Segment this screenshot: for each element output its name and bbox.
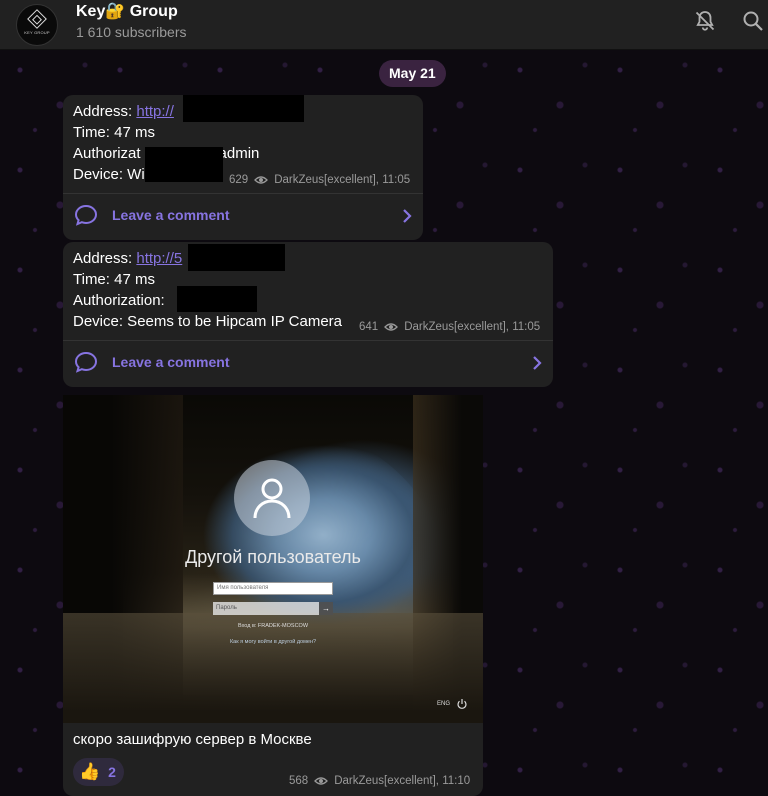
- message-meta: 568 DarkZeus[excellent], 11:10: [289, 775, 470, 787]
- redaction-block: [183, 95, 304, 122]
- eye-icon: [254, 176, 269, 184]
- comment-icon: [74, 351, 98, 373]
- view-count: 629: [229, 174, 249, 186]
- power-icon: [457, 699, 467, 709]
- search-icon[interactable]: [741, 9, 765, 33]
- view-count: 641: [359, 321, 379, 333]
- message-bubble[interactable]: Address: http://5 Time: 47 ms Authorizat…: [63, 242, 553, 387]
- author-time: DarkZeus[excellent], 11:05: [274, 174, 411, 186]
- beach: [63, 613, 483, 723]
- message-meta: 641 DarkZeus[excellent], 11:05: [359, 321, 540, 333]
- view-count: 568: [289, 775, 309, 787]
- reaction-thumbs-up[interactable]: 👍 2: [73, 758, 124, 786]
- address-link[interactable]: http://: [136, 103, 174, 120]
- login-user-name: Другой пользователь: [185, 547, 361, 567]
- comment-label: Leave a comment: [112, 207, 230, 223]
- redaction-block: [188, 244, 285, 271]
- chevron-right-icon[interactable]: [531, 356, 543, 370]
- user-avatar-icon: [234, 460, 310, 536]
- language-indicator: ENG: [437, 701, 451, 707]
- divider: [63, 340, 553, 341]
- channel-header: KEY GROUP Key🔐 Group 1 610 subscribers: [0, 0, 768, 50]
- channel-avatar[interactable]: KEY GROUP: [16, 4, 58, 46]
- message-photo[interactable]: Другой пользователь Имя пользователя Пар…: [63, 395, 483, 723]
- leave-comment-button[interactable]: Leave a comment: [74, 351, 230, 373]
- login-domain-link: Как я могу войти в другой домен?: [229, 639, 317, 645]
- author-time: DarkZeus[excellent], 11:05: [404, 321, 541, 333]
- message-line: Device: Seems to be Hipcam IP Camera: [73, 313, 342, 330]
- photo-caption-bubble[interactable]: скоро зашифрую сервер в Москве 👍 2 568 D…: [63, 723, 483, 796]
- channel-title: Key🔐 Group: [76, 3, 178, 20]
- avatar-label: KEY GROUP: [24, 29, 50, 35]
- eye-icon: [384, 323, 399, 331]
- arrow-right-icon: →: [319, 602, 333, 615]
- channel-title-block[interactable]: Key🔐 Group 1 610 subscribers: [76, 2, 187, 41]
- eye-icon: [314, 777, 329, 785]
- bell-muted-icon[interactable]: [693, 9, 717, 33]
- address-link[interactable]: http://5: [136, 250, 182, 267]
- date-separator: May 21: [379, 60, 446, 87]
- author-time: DarkZeus[excellent], 11:10: [334, 775, 471, 787]
- reaction-count: 2: [108, 764, 116, 780]
- subscriber-count: 1 610 subscribers: [76, 24, 187, 40]
- login-username-field: Имя пользователя: [213, 582, 333, 595]
- message-meta: 629 DarkZeus[excellent], 11:05: [229, 174, 410, 186]
- chevron-right-icon[interactable]: [401, 209, 413, 223]
- login-password-field: Пароль: [213, 602, 319, 615]
- comment-icon: [74, 204, 98, 226]
- login-domain-text: Вход в: FRADEK-MOSCOW: [237, 623, 309, 629]
- logo-diamond-icon: [27, 8, 47, 29]
- redaction-block: [177, 286, 257, 312]
- divider: [63, 193, 423, 194]
- message-bubble[interactable]: Address: http:// Time: 47 ms Authorizat a…: [63, 95, 423, 240]
- photo-caption: скоро зашифрую сервер в Москве: [73, 731, 312, 748]
- message-line: Time: 47 ms: [73, 124, 155, 141]
- redaction-block: [145, 147, 223, 182]
- comment-label: Leave a comment: [112, 354, 230, 370]
- leave-comment-button[interactable]: Leave a comment: [74, 204, 230, 226]
- thumbs-up-icon: 👍: [79, 762, 101, 781]
